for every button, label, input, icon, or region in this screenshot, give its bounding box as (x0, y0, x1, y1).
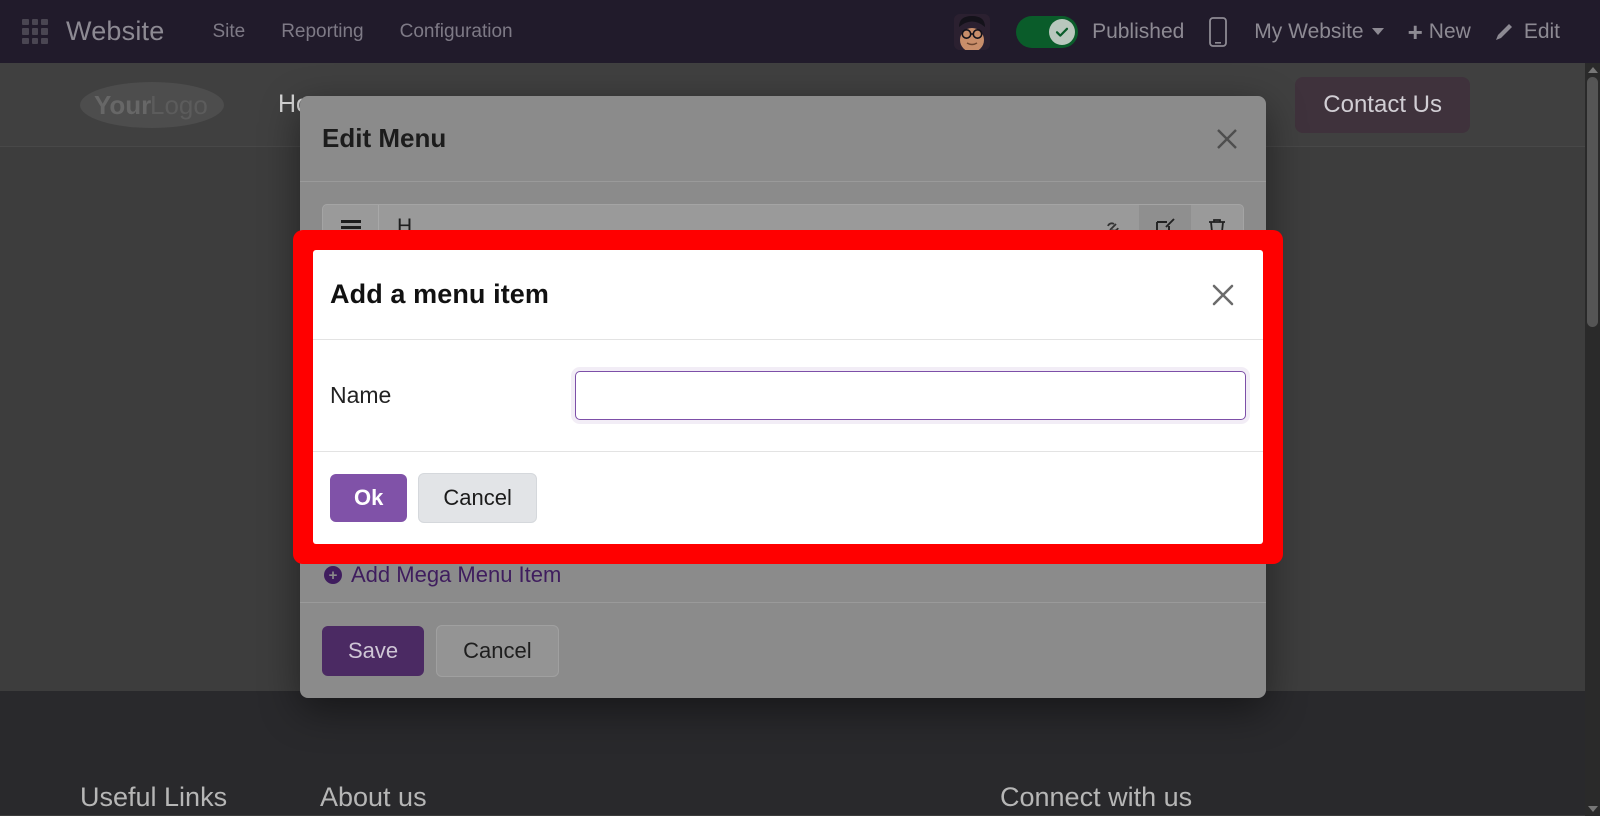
publish-switch[interactable] (1016, 15, 1079, 48)
add-mega-menu-item-link[interactable]: + Add Mega Menu Item (322, 562, 1244, 588)
chevron-down-icon (1371, 28, 1384, 35)
app-brand-label[interactable]: Website (66, 16, 164, 47)
contact-us-button[interactable]: Contact Us (1295, 76, 1470, 133)
add-mega-menu-item-label: Add Mega Menu Item (351, 562, 562, 587)
close-icon[interactable] (1212, 124, 1242, 154)
site-selector[interactable]: My Website (1254, 19, 1384, 44)
publish-toggle[interactable]: Published (1016, 15, 1185, 48)
name-input[interactable] (575, 371, 1246, 420)
edit-menu-footer: Save Cancel (300, 602, 1266, 698)
add-menu-item-header: Add a menu item (313, 250, 1263, 340)
add-menu-item-footer: Ok Cancel (313, 452, 1263, 544)
footer-col-useful-links: Useful Links (80, 782, 228, 812)
scroll-up-arrow-icon[interactable] (1588, 67, 1598, 73)
check-circle-icon (1049, 18, 1076, 45)
plus-circle-icon: + (324, 566, 342, 584)
topbar-right: Published My Website + New Edit (954, 13, 1600, 50)
new-button-label: New (1428, 19, 1471, 43)
pencil-icon (1493, 21, 1515, 43)
scroll-down-arrow-icon[interactable] (1588, 806, 1598, 812)
edit-button[interactable]: Edit (1493, 20, 1560, 44)
publish-status-label: Published (1092, 19, 1185, 43)
mobile-preview-icon[interactable] (1208, 16, 1228, 48)
scroll-thumb[interactable] (1587, 77, 1598, 327)
site-logo[interactable]: Your Logo (78, 80, 226, 130)
odoo-topbar: Website Site Reporting Configuration Pub… (0, 0, 1600, 63)
apps-grid-icon[interactable] (22, 18, 48, 45)
ok-button[interactable]: Ok (330, 474, 408, 522)
close-icon[interactable] (1207, 279, 1239, 311)
footer-col-about-us: About us (320, 782, 427, 812)
save-button[interactable]: Save (322, 625, 425, 676)
topbar-menu: Site Reporting Configuration (194, 21, 530, 43)
topbar-menu-configuration[interactable]: Configuration (382, 21, 531, 43)
page-scrollbar[interactable] (1585, 63, 1600, 816)
topbar-menu-site[interactable]: Site (194, 21, 263, 43)
site-selector-label: My Website (1254, 19, 1364, 43)
cancel-button[interactable]: Cancel (436, 624, 559, 677)
new-button[interactable]: + New (1408, 19, 1471, 45)
add-menu-item-dialog: Add a menu item Name Ok Cancel (313, 250, 1263, 544)
highlight-box: Add a menu item Name Ok Cancel (293, 230, 1283, 564)
add-menu-item-body: Name (313, 340, 1263, 452)
name-label: Name (330, 382, 392, 408)
cancel-button[interactable]: Cancel (418, 473, 537, 523)
svg-text:Logo: Logo (150, 90, 208, 120)
edit-menu-title: Edit Menu (322, 123, 447, 153)
footer-col-connect-with-us: Connect with us (1000, 782, 1193, 812)
edit-button-label: Edit (1523, 19, 1560, 43)
topbar-menu-reporting[interactable]: Reporting (263, 21, 381, 43)
screen: Your Logo Ho Contact Us Useful Links Abo… (0, 0, 1600, 816)
edit-menu-header: Edit Menu (300, 96, 1266, 182)
svg-text:Your: Your (94, 90, 151, 120)
add-menu-item-title: Add a menu item (330, 279, 550, 309)
website-footer: Useful Links About us Connect with us (0, 691, 1600, 815)
plus-icon: + (1407, 16, 1423, 47)
avatar[interactable] (954, 13, 991, 50)
